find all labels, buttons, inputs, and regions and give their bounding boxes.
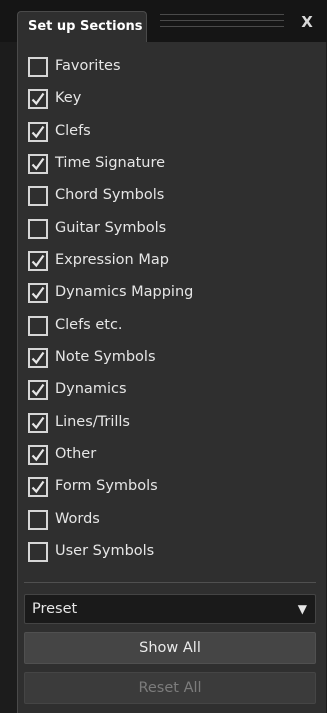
section-label: Note Symbols	[55, 349, 156, 365]
checkmark-icon	[31, 351, 45, 365]
section-checkbox-item[interactable]: Clefs etc.	[28, 315, 298, 339]
section-checkbox-item[interactable]: Note Symbols	[28, 347, 298, 371]
reset-all-button[interactable]: Reset All	[24, 672, 316, 704]
section-checkbox-item[interactable]: Key	[28, 88, 298, 112]
header-grip-line	[160, 20, 284, 21]
section-checkbox-item[interactable]: Dynamics Mapping	[28, 282, 298, 306]
checkmark-icon	[31, 416, 45, 430]
checkbox-checked[interactable]	[28, 380, 48, 400]
section-checkbox-item[interactable]: Chord Symbols	[28, 185, 298, 209]
section-checkbox-item[interactable]: Form Symbols	[28, 476, 298, 500]
checkbox-checked[interactable]	[28, 122, 48, 142]
checkmark-icon	[31, 92, 45, 106]
checkbox-checked[interactable]	[28, 283, 48, 303]
section-checkbox-item[interactable]: Expression Map	[28, 250, 298, 274]
checkbox-checked[interactable]	[28, 413, 48, 433]
checkmark-icon	[31, 286, 45, 300]
checkmark-icon	[31, 125, 45, 139]
checkbox-checked[interactable]	[28, 445, 48, 465]
section-checkbox-item[interactable]: Other	[28, 444, 298, 468]
section-checkbox-item[interactable]: Dynamics	[28, 379, 298, 403]
section-label: Chord Symbols	[55, 187, 165, 203]
checkbox-unchecked[interactable]	[28, 510, 48, 530]
checkbox-checked[interactable]	[28, 251, 48, 271]
section-label: Dynamics Mapping	[55, 284, 194, 300]
panel-header: Set up Sections X	[0, 0, 327, 42]
section-label: Expression Map	[55, 252, 169, 268]
section-checkbox-item[interactable]: User Symbols	[28, 541, 298, 565]
checkbox-checked[interactable]	[28, 154, 48, 174]
section-checkbox-item[interactable]: Time Signature	[28, 153, 298, 177]
checkmark-icon	[31, 480, 45, 494]
section-checkbox-item[interactable]: Clefs	[28, 121, 298, 145]
section-label: Words	[55, 511, 100, 527]
section-label: Time Signature	[55, 155, 166, 171]
show-all-button[interactable]: Show All	[24, 632, 316, 664]
close-icon[interactable]: X	[296, 11, 318, 33]
tab-label: Set up Sections	[28, 19, 143, 34]
checkmark-icon	[31, 157, 45, 171]
section-label: Guitar Symbols	[55, 220, 167, 236]
checkmark-icon	[31, 254, 45, 268]
section-checkbox-item[interactable]: Words	[28, 509, 298, 533]
chevron-down-icon: ▼	[297, 602, 307, 616]
tab-set-up-sections[interactable]: Set up Sections	[17, 11, 147, 42]
section-label: Clefs etc.	[55, 317, 123, 333]
section-checkbox-item[interactable]: Favorites	[28, 56, 298, 80]
checkbox-unchecked[interactable]	[28, 316, 48, 336]
header-grip-line	[160, 14, 284, 15]
checkbox-unchecked[interactable]	[28, 219, 48, 239]
section-label: Key	[55, 90, 82, 106]
section-label: Clefs	[55, 123, 91, 139]
checkmark-icon	[31, 448, 45, 462]
header-grip-line	[160, 26, 284, 27]
section-checkbox-item[interactable]: Lines/Trills	[28, 412, 298, 436]
preset-dropdown[interactable]: Preset ▼	[24, 594, 316, 624]
section-checkbox-item[interactable]: Guitar Symbols	[28, 218, 298, 242]
section-label: User Symbols	[55, 543, 155, 559]
preset-label: Preset	[32, 601, 78, 617]
checkmark-icon	[31, 383, 45, 397]
checkbox-unchecked[interactable]	[28, 57, 48, 77]
checkbox-checked[interactable]	[28, 348, 48, 368]
checkbox-unchecked[interactable]	[28, 186, 48, 206]
section-label: Form Symbols	[55, 478, 158, 494]
divider	[24, 582, 316, 583]
checkbox-checked[interactable]	[28, 477, 48, 497]
checkbox-checked[interactable]	[28, 89, 48, 109]
section-label: Favorites	[55, 58, 121, 74]
setup-sections-panel: Set up Sections X Favorites Key Clefs Time …	[0, 0, 327, 713]
checkbox-unchecked[interactable]	[28, 542, 48, 562]
section-label: Other	[55, 446, 97, 462]
section-label: Lines/Trills	[55, 414, 130, 430]
section-label: Dynamics	[55, 381, 127, 397]
